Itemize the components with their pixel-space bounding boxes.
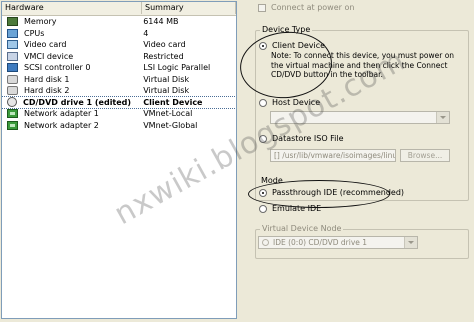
hardware-summary: Restricted	[143, 51, 184, 61]
table-row[interactable]: Hard disk 1 Virtual Disk	[2, 74, 236, 86]
table-row[interactable]: CPUs 4	[2, 28, 236, 40]
table-row[interactable]: Video card Video card	[2, 39, 236, 51]
memory-icon	[7, 17, 18, 27]
hardware-summary: VMnet-Local	[143, 109, 193, 118]
connect-at-power-on-checkbox[interactable]: Connect at power on	[258, 3, 354, 12]
cd-dvd-icon	[262, 239, 269, 246]
network-adapter-icon	[7, 120, 18, 130]
virtual-device-node-select[interactable]: IDE (0:0) CD/DVD drive 1	[258, 236, 418, 249]
cpu-icon	[7, 28, 18, 38]
hardware-summary: Video card	[143, 40, 186, 49]
hardware-list[interactable]: Hardware Summary Memory 6144 MB CPUs 4 V…	[1, 1, 237, 319]
checkbox-box[interactable]	[258, 3, 266, 12]
cd-dvd-icon	[7, 97, 17, 108]
hardware-summary: LSI Logic Parallel	[143, 63, 211, 72]
hardware-list-header: Hardware Summary	[2, 2, 236, 16]
column-header-hardware[interactable]: Hardware	[2, 2, 142, 14]
datastore-iso-radio[interactable]: Datastore ISO File	[259, 134, 344, 144]
passthrough-ide-label: Passthrough IDE (recommended)	[272, 188, 405, 197]
hardware-name: Hard disk 2	[24, 86, 70, 95]
passthrough-ide-radio[interactable]: Passthrough IDE (recommended)	[259, 188, 404, 198]
hardware-name: SCSI controller 0	[24, 63, 91, 72]
emulate-ide-label: Emulate IDE	[272, 204, 322, 213]
browse-button[interactable]: Browse...	[400, 149, 450, 162]
host-device-label: Host Device	[272, 98, 321, 107]
hardware-summary: 6144 MB	[143, 17, 179, 26]
hardware-name: Network adapter 2	[24, 120, 99, 130]
device-type-title: Device Type	[260, 25, 313, 35]
hardware-name: Memory	[24, 17, 57, 26]
radio-button[interactable]	[259, 135, 267, 143]
chevron-down-icon[interactable]	[404, 237, 417, 248]
video-card-icon	[7, 40, 18, 50]
hardware-summary: VMnet-Global	[143, 120, 198, 130]
hardware-summary: Virtual Disk	[143, 86, 190, 95]
virtual-device-node-title: Virtual Device Node	[260, 224, 344, 234]
network-adapter-icon	[7, 109, 18, 119]
radio-button-selected[interactable]	[259, 42, 267, 50]
host-device-select[interactable]	[270, 111, 450, 124]
host-device-radio[interactable]: Host Device	[259, 98, 320, 108]
table-row[interactable]: VMCI device Restricted	[2, 51, 236, 63]
chevron-down-icon[interactable]	[436, 112, 449, 123]
column-header-summary[interactable]: Summary	[142, 2, 236, 14]
emulate-ide-radio[interactable]: Emulate IDE	[259, 204, 321, 214]
hardware-summary: 4	[143, 28, 149, 38]
radio-button-selected[interactable]	[259, 189, 267, 197]
hardware-name: Network adapter 1	[24, 109, 99, 118]
table-row[interactable]: Network adapter 2 VMnet-Global	[2, 120, 236, 132]
mode-title: Mode	[259, 176, 285, 186]
hardware-name: VMCI device	[24, 51, 74, 61]
hard-disk-icon	[7, 74, 18, 84]
scsi-controller-icon	[7, 63, 18, 73]
client-device-note: Note: To connect this device, you must p…	[271, 51, 455, 79]
iso-path-input[interactable]: [] /usr/lib/vmware/isoimages/linux.iso	[270, 149, 396, 162]
radio-button[interactable]	[259, 99, 267, 107]
table-row[interactable]: Hard disk 2 Virtual Disk	[2, 85, 236, 97]
hard-disk-icon	[7, 86, 18, 96]
client-device-radio[interactable]: Client Device	[259, 41, 325, 51]
hardware-name: CPUs	[24, 28, 45, 38]
vm-properties-dialog: Hardware Summary Memory 6144 MB CPUs 4 V…	[0, 0, 474, 322]
client-device-label: Client Device	[272, 41, 326, 50]
hardware-name: Video card	[24, 40, 67, 49]
datastore-iso-label: Datastore ISO File	[272, 134, 344, 143]
vmci-icon	[7, 51, 18, 61]
table-row[interactable]: Memory 6144 MB	[2, 16, 236, 28]
connect-at-power-on-label: Connect at power on	[271, 3, 355, 12]
hardware-name: Hard disk 1	[24, 74, 70, 84]
hardware-summary: Client Device	[143, 97, 203, 107]
table-row-selected[interactable]: CD/DVD drive 1 (edited) Client Device	[2, 95, 236, 109]
virtual-device-node-value: IDE (0:0) CD/DVD drive 1	[273, 238, 368, 247]
table-row[interactable]: Network adapter 1 VMnet-Local	[2, 108, 236, 120]
hardware-summary: Virtual Disk	[143, 74, 190, 84]
table-row[interactable]: SCSI controller 0 LSI Logic Parallel	[2, 62, 236, 74]
hardware-name: CD/DVD drive 1 (edited)	[23, 97, 132, 107]
radio-button[interactable]	[259, 205, 267, 213]
